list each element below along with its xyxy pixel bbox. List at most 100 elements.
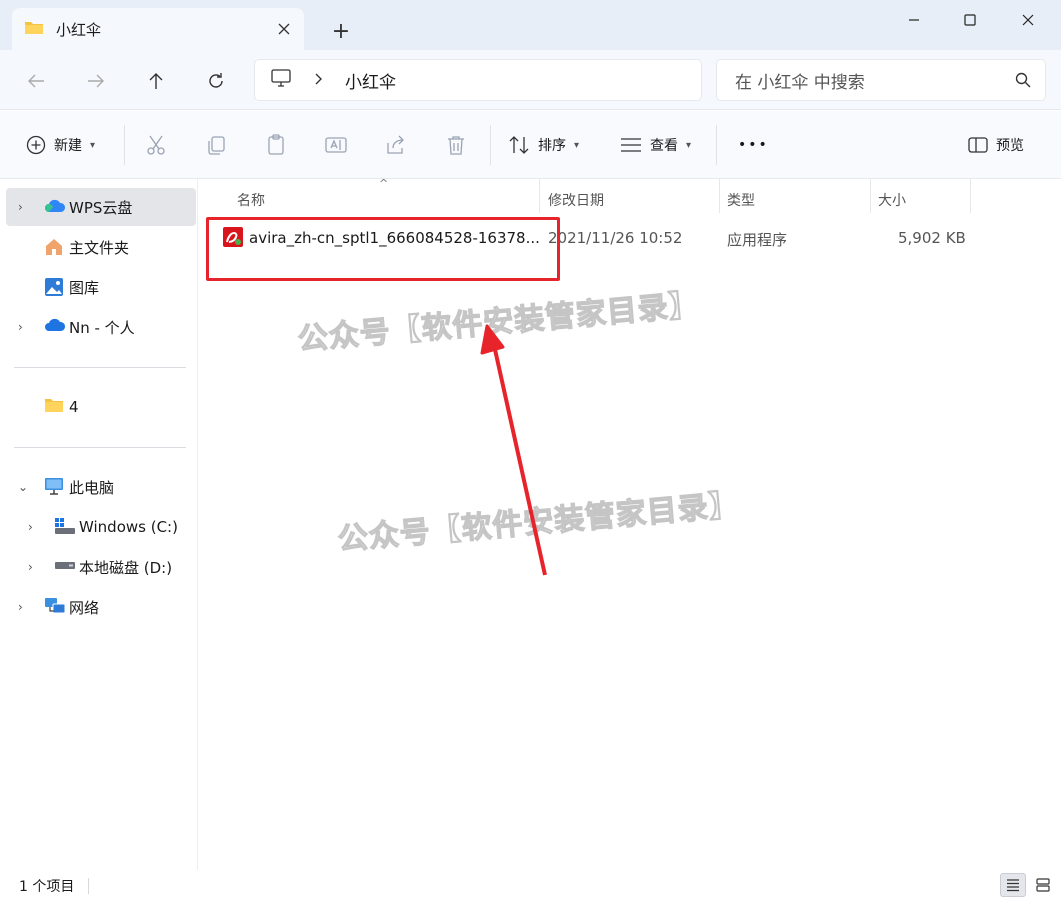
- sidebar-item-label: 此电脑: [69, 478, 115, 497]
- sidebar-divider: [14, 367, 186, 368]
- sidebar-item-home[interactable]: 主文件夹: [6, 228, 196, 266]
- up-button[interactable]: [141, 66, 171, 96]
- new-button[interactable]: 新建 ▾: [26, 131, 95, 159]
- folder-icon: [44, 397, 64, 417]
- more-options-button[interactable]: •••: [738, 131, 769, 159]
- sort-icon: [509, 136, 529, 154]
- computer-icon: [271, 69, 291, 91]
- arrow-left-icon: [28, 74, 44, 88]
- chevron-right-icon[interactable]: ›: [18, 600, 23, 614]
- view-list-icon: [621, 138, 641, 152]
- preview-pane-icon: [968, 137, 988, 153]
- delete-icon[interactable]: [444, 133, 468, 157]
- sort-ascending-icon: ^: [379, 177, 389, 190]
- column-header-type[interactable]: 类型: [727, 187, 755, 213]
- new-label: 新建: [54, 138, 82, 154]
- status-bar: 1 个项目: [0, 870, 1061, 900]
- sidebar-item-folder-4[interactable]: 4: [6, 388, 196, 426]
- preview-label: 预览: [996, 138, 1024, 154]
- details-view-button[interactable]: [1000, 873, 1026, 897]
- cut-icon[interactable]: [144, 133, 168, 157]
- back-button[interactable]: [21, 66, 51, 96]
- column-divider[interactable]: [539, 179, 540, 213]
- network-icon: [44, 597, 66, 621]
- close-tab-icon[interactable]: [274, 19, 294, 39]
- tiles-view-button[interactable]: [1030, 873, 1056, 897]
- refresh-icon: [209, 73, 223, 88]
- chevron-right-icon[interactable]: ›: [28, 560, 33, 574]
- view-button[interactable]: 查看 ▾: [620, 131, 691, 159]
- sidebar-item-this-pc[interactable]: ⌄ 此电脑: [6, 468, 196, 506]
- more-icon: •••: [738, 137, 769, 153]
- computer-icon: [44, 477, 64, 499]
- column-header-name[interactable]: 名称: [237, 187, 265, 213]
- sidebar-item-label: 图库: [69, 278, 100, 297]
- chevron-down-icon: ▾: [574, 139, 580, 151]
- forward-button[interactable]: [81, 66, 111, 96]
- title-bar: 小红伞 +: [0, 0, 1061, 50]
- view-label: 查看: [650, 138, 678, 154]
- windows-drive-icon: [54, 517, 76, 539]
- tiles-view-icon: [1036, 878, 1050, 892]
- minimize-button[interactable]: [892, 6, 936, 34]
- watermark-text: 公众号【软件安装管家目录】: [296, 287, 702, 358]
- sidebar-item-onedrive[interactable]: › Nn - 个人: [6, 308, 196, 346]
- file-list: ^ 名称 修改日期 类型 大小 avira_zh-cn_sptl1_666084…: [199, 177, 1061, 870]
- sidebar-divider: [14, 447, 186, 448]
- file-modified: 2021/11/26 10:52: [548, 229, 683, 247]
- refresh-button[interactable]: [201, 66, 231, 96]
- chevron-right-icon[interactable]: [315, 71, 323, 89]
- command-bar: 新建 ▾ 排序 ▾ 查看 ▾ ••• 预览: [0, 111, 1061, 179]
- home-icon: [44, 237, 64, 261]
- details-view-icon: [1007, 879, 1019, 892]
- sidebar-item-wps-cloud[interactable]: › WPS云盘: [6, 188, 196, 226]
- sidebar-item-label: 网络: [69, 598, 100, 617]
- chevron-down-icon: ▾: [686, 139, 692, 151]
- sort-label: 排序: [538, 138, 566, 154]
- rename-icon[interactable]: [324, 133, 348, 157]
- column-divider[interactable]: [719, 179, 720, 213]
- arrow-up-icon: [149, 73, 163, 89]
- maximize-button[interactable]: [948, 6, 992, 34]
- sidebar-item-drive-c[interactable]: › Windows (C:): [6, 508, 196, 546]
- navigation-bar: 小红伞 在 小红伞 中搜索: [0, 50, 1061, 110]
- preview-pane-button[interactable]: 预览: [968, 131, 1024, 159]
- divider: [490, 125, 491, 165]
- column-divider[interactable]: [870, 179, 871, 213]
- address-bar[interactable]: 小红伞: [254, 59, 702, 101]
- sidebar-item-network[interactable]: › 网络: [6, 588, 196, 626]
- drive-icon: [54, 557, 76, 577]
- watermark-text: 公众号【软件安装管家目录】: [336, 487, 742, 558]
- new-tab-button[interactable]: +: [328, 18, 354, 44]
- folder-icon: [24, 19, 44, 39]
- chevron-down-icon[interactable]: ⌄: [18, 480, 28, 494]
- chevron-right-icon[interactable]: ›: [18, 320, 23, 334]
- sidebar-item-label: 4: [69, 398, 79, 416]
- share-icon[interactable]: [384, 133, 408, 157]
- sidebar-item-drive-d[interactable]: › 本地磁盘 (D:): [6, 548, 196, 586]
- chevron-right-icon[interactable]: ›: [18, 200, 23, 214]
- paste-icon[interactable]: [264, 133, 288, 157]
- sort-button[interactable]: 排序 ▾: [508, 131, 579, 159]
- breadcrumb-current[interactable]: 小红伞: [345, 68, 396, 93]
- column-header-size[interactable]: 大小: [878, 187, 906, 213]
- sidebar-item-label: WPS云盘: [69, 198, 133, 217]
- sidebar-item-label: Nn - 个人: [69, 318, 135, 337]
- column-divider[interactable]: [970, 179, 971, 213]
- maximize-icon: [964, 14, 976, 26]
- sidebar-item-label: Windows (C:): [79, 518, 178, 536]
- search-input[interactable]: 在 小红伞 中搜索: [735, 68, 865, 93]
- sidebar-item-gallery[interactable]: 图库: [6, 268, 196, 306]
- search-box[interactable]: 在 小红伞 中搜索: [716, 59, 1046, 101]
- navigation-pane: › WPS云盘 主文件夹 图库 › Nn - 个人 4 ⌄ 此电脑 › Wind…: [0, 179, 198, 870]
- column-header-modified[interactable]: 修改日期: [548, 187, 604, 213]
- tab-current[interactable]: 小红伞: [12, 8, 304, 50]
- gallery-icon: [44, 277, 64, 301]
- chevron-down-icon: ▾: [90, 139, 96, 151]
- close-window-button[interactable]: [1006, 6, 1050, 34]
- plus-icon: +: [331, 18, 351, 44]
- file-type: 应用程序: [727, 231, 788, 249]
- chevron-right-icon[interactable]: ›: [28, 520, 33, 534]
- copy-icon[interactable]: [204, 133, 228, 157]
- tab-title: 小红伞: [56, 20, 102, 39]
